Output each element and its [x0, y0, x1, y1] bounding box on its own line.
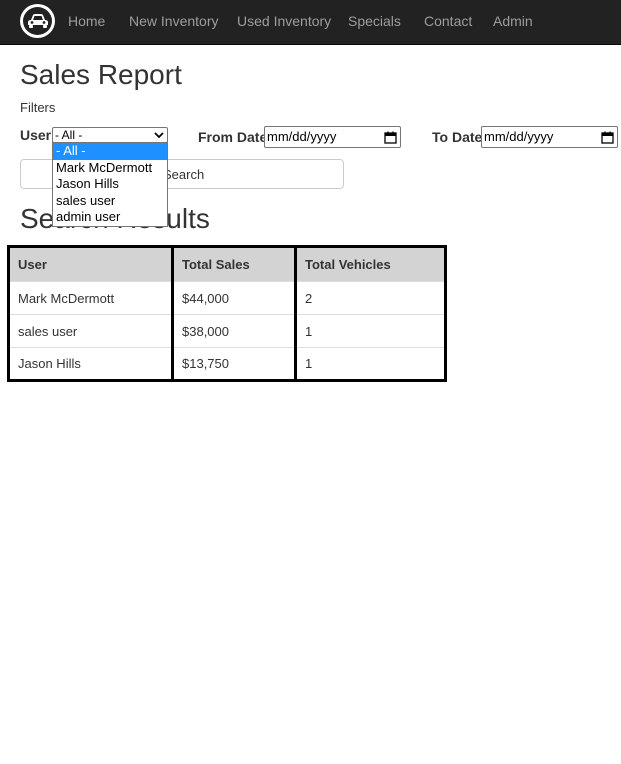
to-date-label: To Date: [432, 129, 483, 145]
nav-admin[interactable]: Admin: [493, 13, 533, 29]
cell-total-vehicles: 1: [294, 314, 447, 348]
from-date-placeholder: mm/dd/yyyy: [267, 129, 337, 144]
calendar-icon[interactable]: [601, 130, 614, 150]
from-date-input[interactable]: mm/dd/yyyy: [264, 126, 401, 148]
from-date-label: From Date: [198, 129, 268, 145]
cell-total-sales: $44,000: [171, 281, 297, 315]
cell-total-sales: $13,750: [171, 347, 297, 382]
cell-user: sales user: [7, 314, 174, 348]
user-option-mark-mcdermott[interactable]: Mark McDermott: [53, 160, 167, 177]
car-icon[interactable]: [20, 4, 55, 38]
search-button-label: Search: [163, 167, 205, 182]
page-title: Sales Report: [20, 59, 182, 90]
cell-user: Jason Hills: [7, 347, 174, 382]
cell-total-vehicles: 2: [294, 281, 447, 315]
table-row: sales user $38,000 1: [7, 314, 447, 348]
nav-home[interactable]: Home: [68, 13, 105, 29]
cell-total-sales: $38,000: [171, 314, 297, 348]
user-option-all[interactable]: - All -: [53, 143, 167, 160]
column-header-total-sales: Total Sales: [171, 245, 297, 282]
nav-contact[interactable]: Contact: [424, 13, 472, 29]
results-table: User Total Sales Total Vehicles Mark McD…: [7, 245, 447, 382]
user-option-admin-user[interactable]: admin user: [53, 209, 167, 226]
user-select-value: - All -: [55, 128, 83, 142]
user-dropdown-list: - All - Mark McDermott Jason Hills sales…: [52, 142, 168, 227]
nav-used-inventory[interactable]: Used Inventory: [237, 13, 331, 29]
cell-total-vehicles: 1: [294, 347, 447, 382]
cell-user: Mark McDermott: [7, 281, 174, 315]
user-label: User: [20, 127, 52, 143]
navbar: Home New Inventory Used Inventory Specia…: [0, 0, 621, 45]
user-select[interactable]: - All -: [52, 127, 168, 143]
nav-specials[interactable]: Specials: [348, 13, 401, 29]
table-row: Jason Hills $13,750 1: [7, 347, 447, 382]
nav-new-inventory[interactable]: New Inventory: [129, 13, 218, 29]
column-header-user: User: [7, 245, 174, 282]
table-row: Mark McDermott $44,000 2: [7, 281, 447, 315]
user-option-jason-hills[interactable]: Jason Hills: [53, 176, 167, 193]
to-date-placeholder: mm/dd/yyyy: [484, 129, 554, 144]
column-header-total-vehicles: Total Vehicles: [294, 245, 447, 282]
filters-label: Filters: [20, 100, 56, 115]
to-date-input[interactable]: mm/dd/yyyy: [481, 126, 618, 148]
chevron-down-icon: [154, 129, 164, 143]
calendar-icon[interactable]: [384, 130, 397, 150]
user-option-sales-user[interactable]: sales user: [53, 193, 167, 210]
table-header-row: User Total Sales Total Vehicles: [7, 245, 447, 282]
